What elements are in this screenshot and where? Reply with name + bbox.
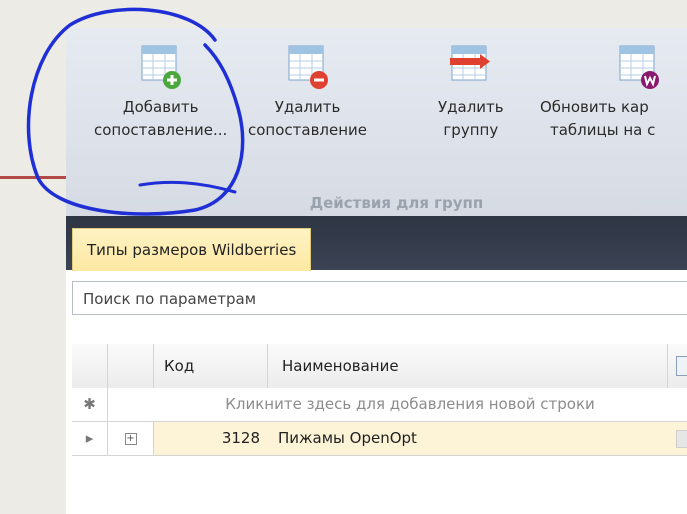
hand-drawn-circle-annotation bbox=[26, 7, 245, 216]
